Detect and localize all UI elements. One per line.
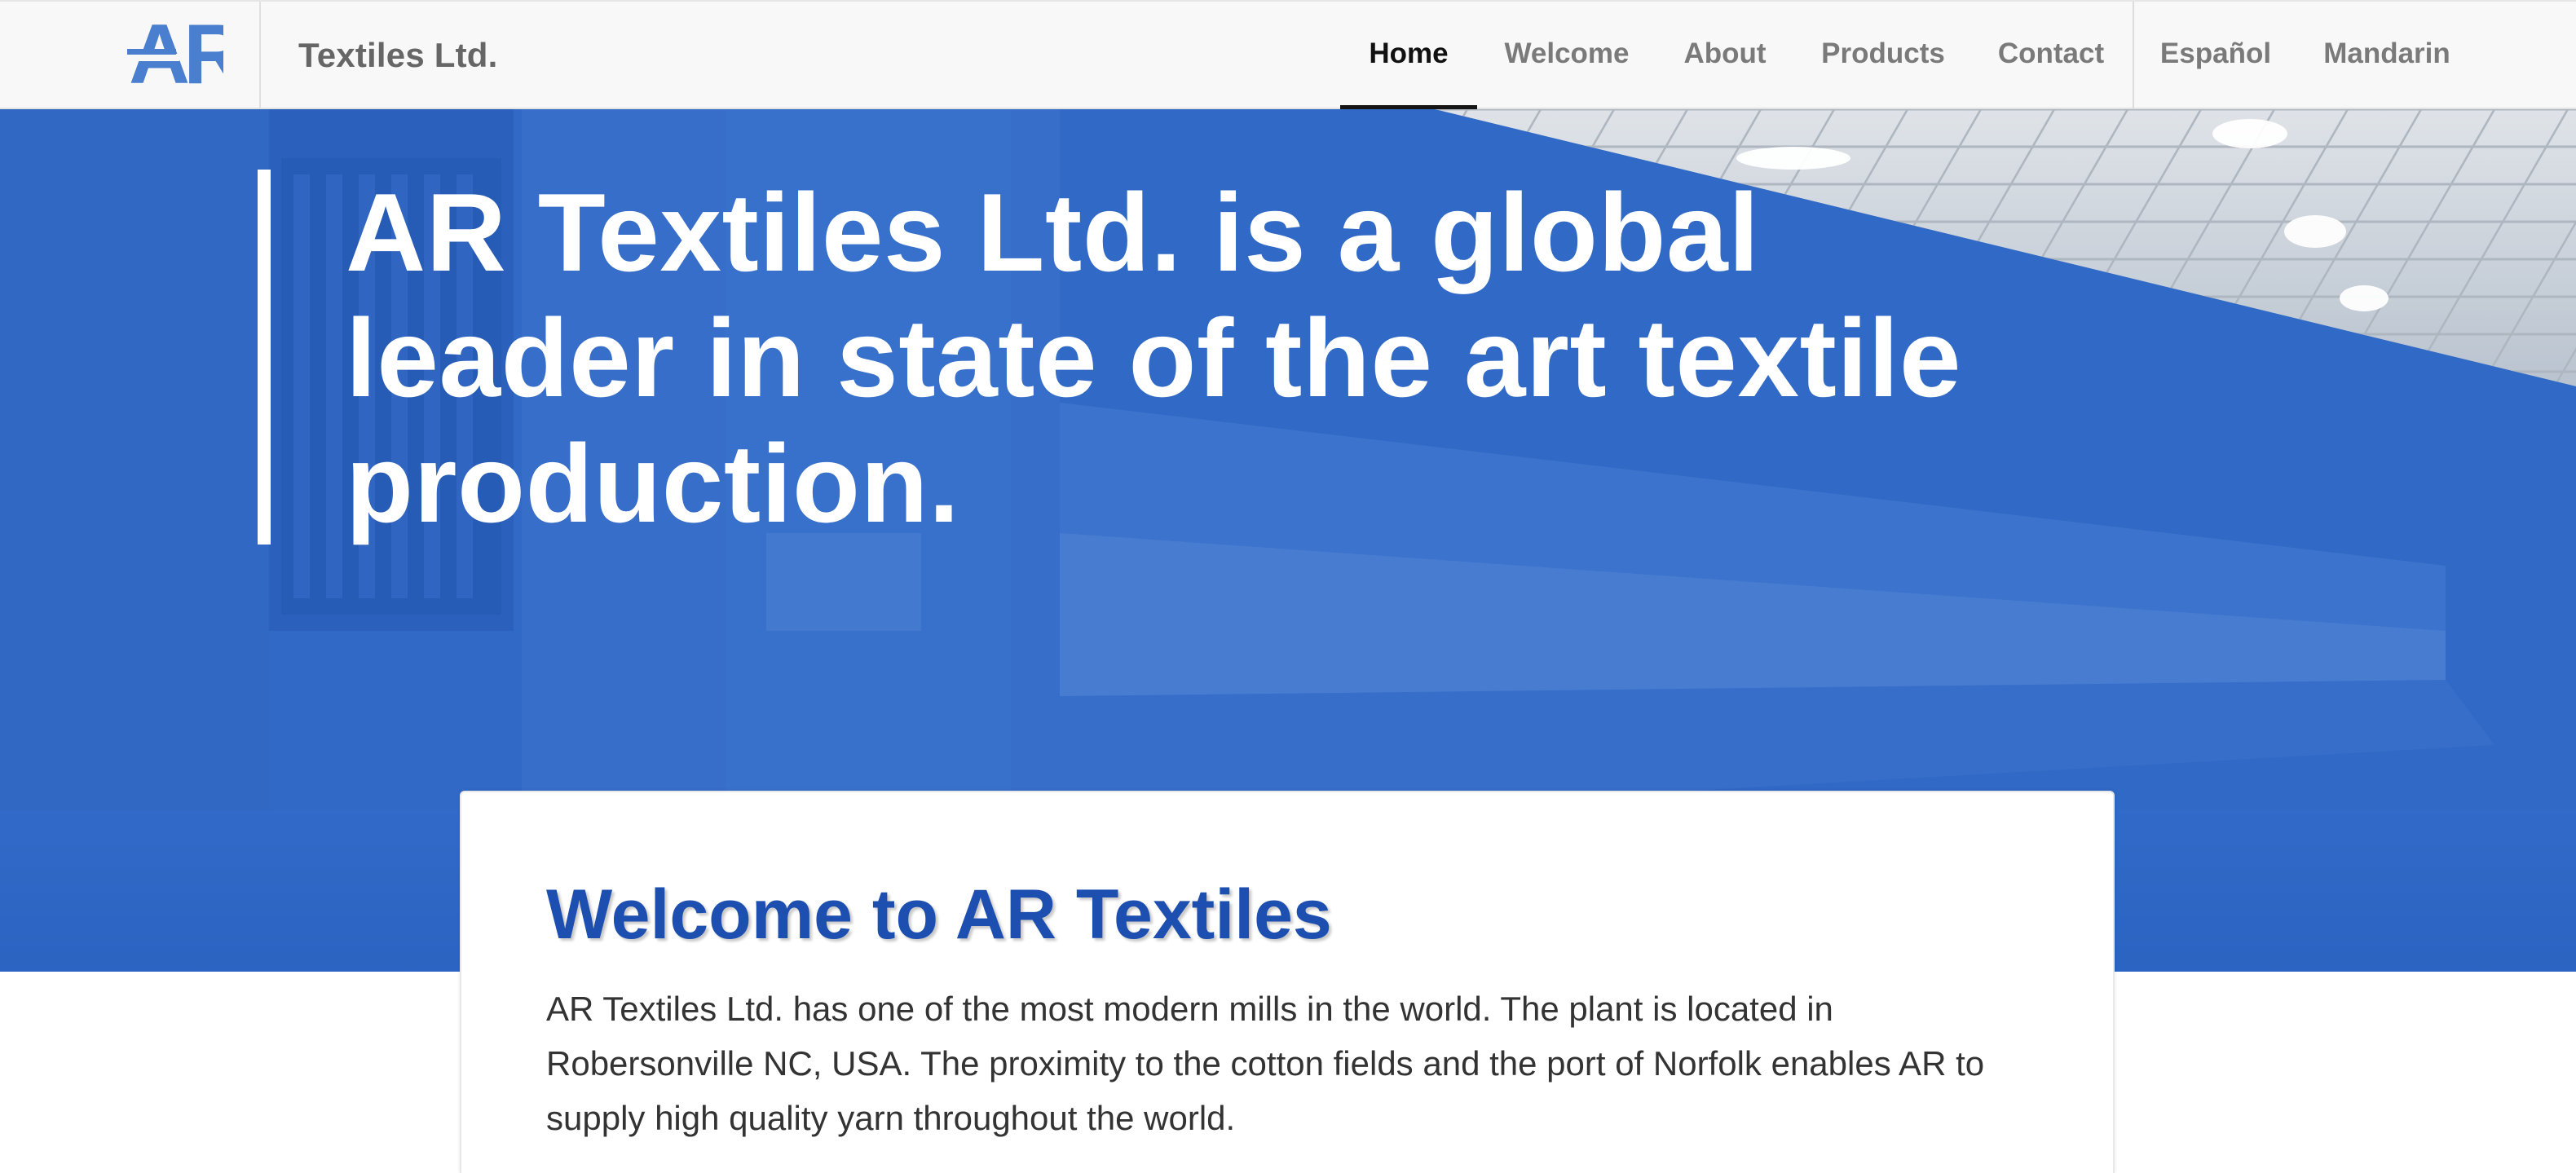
nav-lang-mandarin[interactable]: Mandarin [2318, 2, 2455, 109]
welcome-card: Welcome to AR Textiles AR Textiles Ltd. … [460, 791, 2115, 1173]
nav-welcome[interactable]: Welcome [1489, 2, 1645, 109]
ar-logo-icon: AR [127, 13, 223, 91]
nav-divider [2133, 2, 2134, 109]
welcome-description: AR Textiles Ltd. has one of the most mod… [546, 990, 1985, 1137]
nav-lang-espanol[interactable]: Español [2155, 2, 2276, 109]
logo-link[interactable]: AR [0, 2, 261, 109]
nav-contact[interactable]: Contact [1992, 2, 2110, 109]
hero-headline: AR Textiles Ltd. is a global leader in s… [346, 170, 1962, 545]
nav-about[interactable]: About [1671, 2, 1779, 109]
welcome-title: Welcome to AR Textiles [546, 875, 1332, 954]
top-navbar: AR Textiles Ltd. Home Welcome About Prod… [0, 0, 2576, 111]
hero-accent-bar [258, 170, 271, 545]
brand-name[interactable]: Textiles Ltd. [298, 2, 498, 109]
nav-products[interactable]: Products [1811, 2, 1955, 109]
nav-home[interactable]: Home [1340, 2, 1477, 111]
